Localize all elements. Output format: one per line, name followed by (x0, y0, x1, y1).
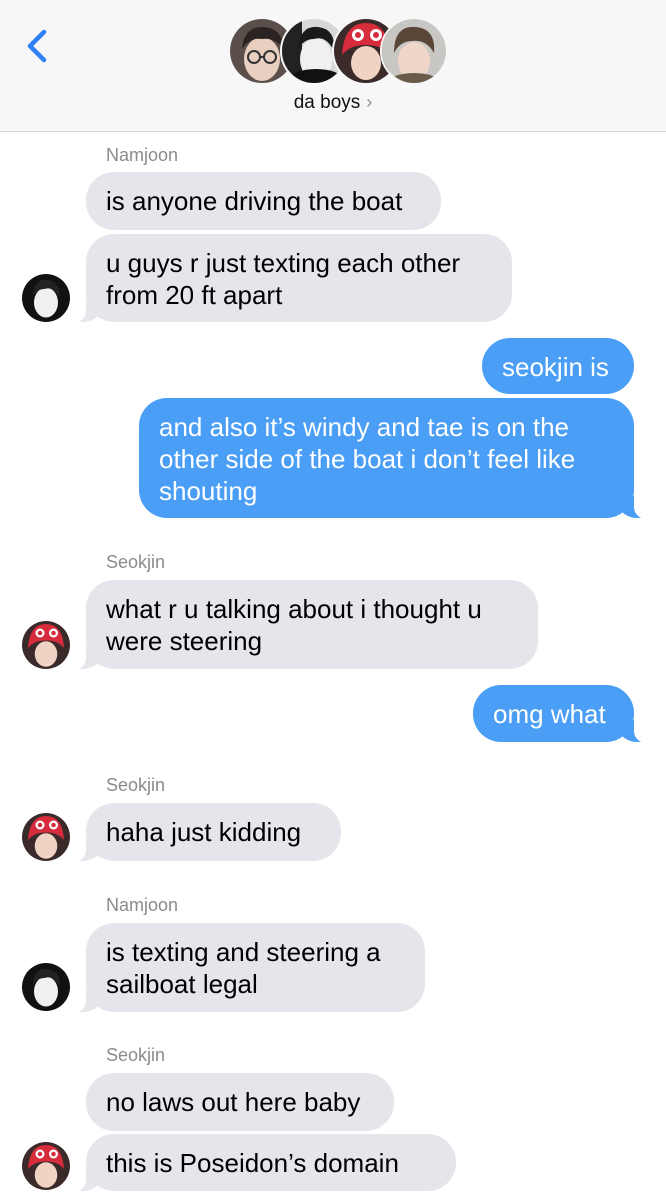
avatar[interactable] (22, 963, 70, 1011)
message-text: and also it’s windy and tae is on the (159, 412, 570, 442)
message-text: sailboat legal (106, 969, 258, 999)
chevron-right-icon: › (366, 92, 373, 112)
message-text: shouting (159, 476, 258, 506)
sender-name: Namjoon (106, 895, 179, 915)
message-bubble[interactable]: u guys r just texting each other from 20… (70, 234, 512, 323)
sender-name: Namjoon (106, 145, 179, 165)
back-button[interactable] (22, 26, 58, 66)
message-text: is texting and steering a (106, 937, 381, 967)
conversation-header: da boys › (0, 0, 666, 132)
message-text: is anyone driving the boat (106, 186, 403, 216)
message-text: seokjin is (502, 352, 609, 382)
message-bubble[interactable]: this is Poseidon’s domain (70, 1134, 456, 1192)
group-avatars[interactable] (228, 17, 448, 85)
avatar[interactable] (22, 621, 70, 669)
message-bubble[interactable]: haha just kidding (70, 803, 341, 862)
message-bubble[interactable]: omg what (473, 685, 650, 743)
group-name-label: da boys (293, 92, 361, 113)
message-text: u guys r just texting each other (106, 248, 461, 278)
message-bubble[interactable]: no laws out here baby (86, 1073, 394, 1131)
message-bubble[interactable]: seokjin is (482, 338, 634, 394)
message-bubble[interactable]: and also it’s windy and tae is on the ot… (139, 398, 650, 519)
sender-name: Seokjin (106, 1045, 166, 1065)
group-name[interactable]: da boys › (0, 92, 666, 114)
sender-name: Seokjin (106, 552, 166, 572)
sender-name: Seokjin (106, 775, 166, 795)
message-bubble[interactable]: is anyone driving the boat (86, 172, 441, 230)
chevron-left-icon (27, 29, 47, 63)
message-text: what r u talking about i thought u (106, 594, 482, 624)
message-text: from 20 ft apart (106, 280, 283, 310)
message-text: this is Poseidon’s domain (106, 1148, 399, 1178)
message-text: omg what (493, 699, 606, 729)
avatar[interactable] (22, 813, 70, 861)
avatar[interactable] (22, 274, 70, 322)
message-bubble[interactable]: is texting and steering a sailboat legal (70, 923, 425, 1013)
message-text: no laws out here baby (106, 1087, 361, 1117)
avatar (380, 17, 448, 85)
avatar[interactable] (22, 1142, 70, 1190)
message-text: other side of the boat i don’t feel like (159, 444, 576, 474)
message-text: were steering (106, 626, 263, 656)
messages-screen: da boys › Namjoon is anyone driving the b… (0, 0, 666, 1200)
message-text: haha just kidding (106, 817, 302, 847)
message-bubble[interactable]: what r u talking about i thought u were … (70, 580, 538, 670)
